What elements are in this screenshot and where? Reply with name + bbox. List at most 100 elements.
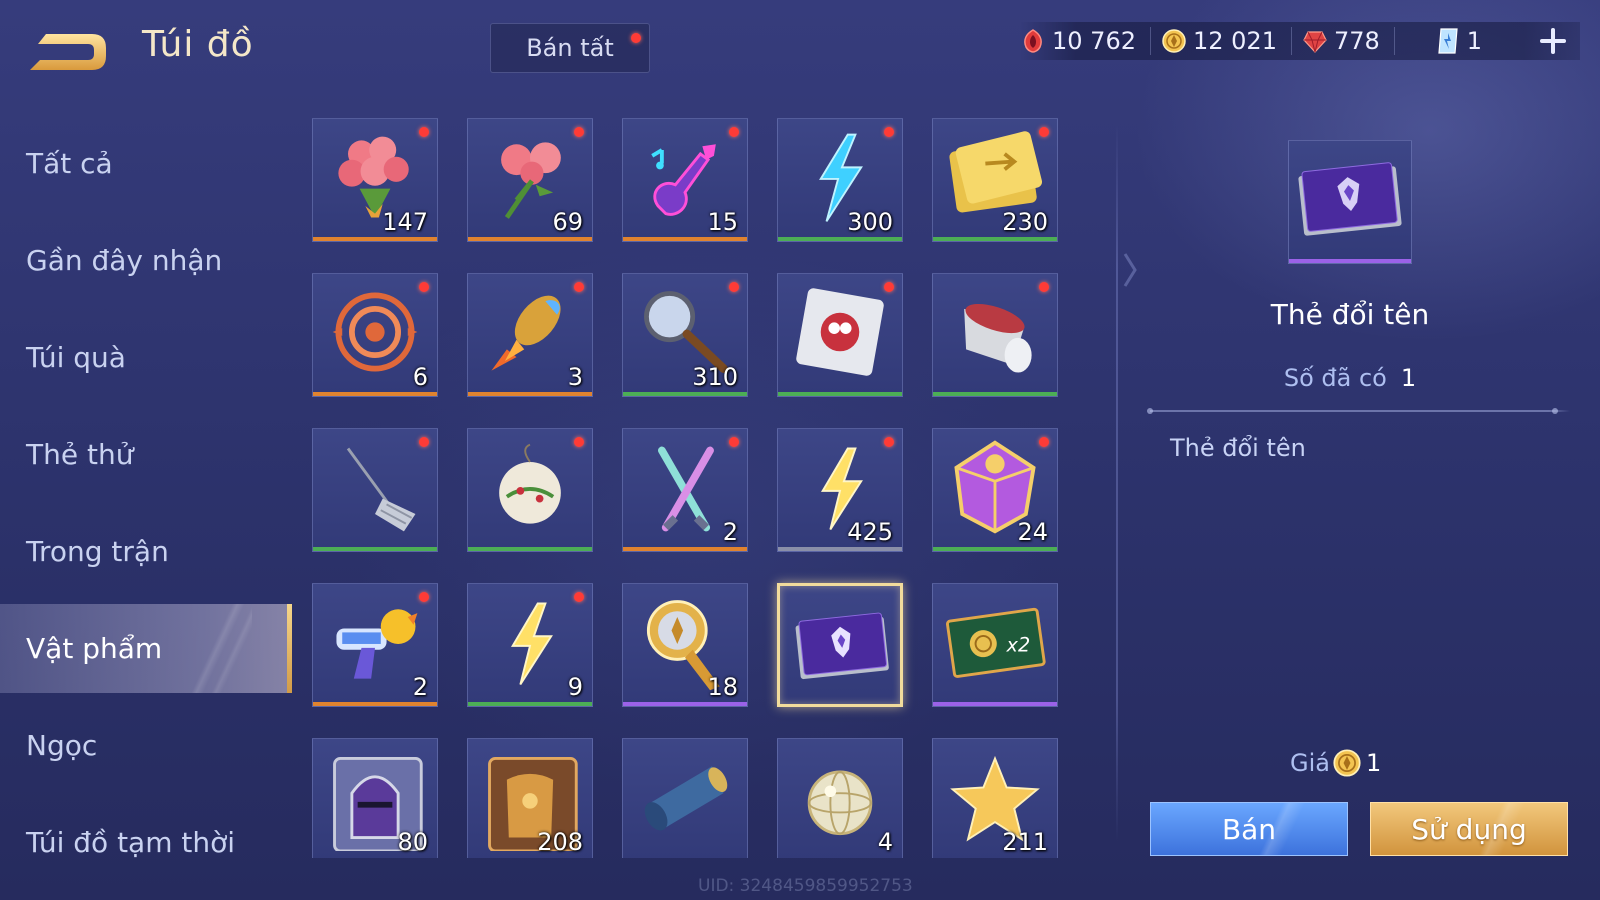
- rarity-bar: [468, 392, 592, 396]
- back-button[interactable]: [26, 28, 110, 74]
- sidebar-item-label: Vật phẩm: [26, 632, 163, 665]
- rarity-bar: [623, 547, 747, 551]
- item-name: Thẻ đổi tên: [1270, 298, 1430, 331]
- divider: [1290, 27, 1292, 55]
- rarity-bar: [623, 392, 747, 396]
- inventory-slot[interactable]: 310: [622, 273, 748, 397]
- sidebar-item-in-match[interactable]: Trong trận: [0, 503, 292, 600]
- rarity-bar: [623, 237, 747, 241]
- user-id: UID: 3248459859952753: [698, 876, 913, 896]
- blue-card-icon: [1438, 28, 1458, 54]
- sell-button[interactable]: Bán: [1150, 802, 1348, 856]
- notification-dot: [884, 127, 894, 137]
- inventory-slot[interactable]: [312, 428, 438, 552]
- rarity-bar: [780, 700, 900, 704]
- sidebar-item-label: Ngọc: [26, 729, 98, 762]
- inventory-slot[interactable]: x2: [932, 583, 1058, 707]
- inventory-slot[interactable]: 4: [777, 738, 903, 858]
- item-count: 4: [877, 828, 893, 856]
- sidebar-item-items[interactable]: Vật phẩm: [0, 604, 292, 693]
- notification-dot: [1039, 437, 1049, 447]
- ruby-icon: [1303, 31, 1327, 53]
- item-count: 300: [847, 208, 893, 236]
- inventory-slot[interactable]: 211: [932, 738, 1058, 858]
- sell-all-button[interactable]: Bán tất: [490, 23, 650, 73]
- currency-gold-coin: 12 021: [1161, 27, 1277, 55]
- divider: [1147, 408, 1570, 414]
- inventory-slot[interactable]: 24: [932, 428, 1058, 552]
- sidebar-item-label: Thẻ thử: [26, 438, 134, 471]
- owned-value: 1: [1400, 364, 1417, 392]
- notification-dot: [631, 33, 641, 43]
- inventory-slot[interactable]: 80: [312, 738, 438, 858]
- sidebar-item-all[interactable]: Tất cả: [0, 115, 292, 212]
- sidebar-item-recent[interactable]: Gần đây nhận: [0, 212, 292, 309]
- inventory-slot[interactable]: 15: [622, 118, 748, 242]
- add-currency-button[interactable]: [1536, 24, 1570, 58]
- sidebar-item-temporary-bag[interactable]: Túi đồ tạm thời: [0, 794, 292, 891]
- rarity-bar: [313, 702, 437, 706]
- sidebar-item-trial-cards[interactable]: Thẻ thử: [0, 406, 292, 503]
- sidebar-item-gems[interactable]: Ngọc: [0, 697, 292, 794]
- rarity-bar: [313, 392, 437, 396]
- inventory-slot[interactable]: 69: [467, 118, 593, 242]
- inventory-slot[interactable]: [777, 583, 903, 707]
- rarity-bar: [778, 857, 902, 858]
- rename-card-icon: [795, 612, 889, 680]
- inventory-slot[interactable]: [467, 428, 593, 552]
- inventory-slot[interactable]: [932, 273, 1058, 397]
- x2-coin-card-icon: x2: [946, 607, 1046, 678]
- divider: [1393, 27, 1395, 55]
- item-count: 9: [567, 673, 583, 701]
- red-gem-icon: [1024, 29, 1042, 53]
- use-button[interactable]: Sử dụng: [1370, 802, 1568, 856]
- sidebar-item-gift-bags[interactable]: Túi quà: [0, 309, 292, 406]
- sell-label: Bán: [1221, 812, 1277, 846]
- rarity-bar: [313, 857, 437, 858]
- page-title: Túi đồ: [142, 24, 254, 65]
- inventory-slot[interactable]: [622, 738, 748, 858]
- inventory-slot[interactable]: [777, 273, 903, 397]
- scroll-map-icon: [644, 766, 728, 831]
- notification-dot: [419, 282, 429, 292]
- inventory-slot[interactable]: 6: [312, 273, 438, 397]
- ornament-ball-icon: [499, 443, 561, 524]
- inventory-slot[interactable]: 2: [622, 428, 748, 552]
- item-count: 310: [692, 363, 738, 391]
- inventory-slot[interactable]: 208: [467, 738, 593, 858]
- use-label: Sử dụng: [1411, 812, 1527, 846]
- notification-dot: [574, 592, 584, 602]
- item-count: 18: [707, 673, 738, 701]
- inventory-slot[interactable]: 9: [467, 583, 593, 707]
- notification-dot: [419, 127, 429, 137]
- inventory-slot[interactable]: 147: [312, 118, 438, 242]
- rarity-bar: [933, 857, 1057, 858]
- selected-item-icon: [1288, 140, 1412, 264]
- currency-value: 12 021: [1192, 27, 1277, 55]
- inventory-slot[interactable]: 230: [932, 118, 1058, 242]
- notification-dot: [729, 437, 739, 447]
- item-count: 208: [537, 828, 583, 856]
- item-count: 80: [397, 828, 428, 856]
- inventory-slot[interactable]: 3: [467, 273, 593, 397]
- svg-text:x2: x2: [1006, 634, 1031, 657]
- inventory-slot[interactable]: 18: [622, 583, 748, 707]
- rarity-bar: [313, 237, 437, 241]
- price-row: Giá 1: [1290, 748, 1381, 778]
- sell-all-label: Bán tất: [526, 34, 614, 62]
- sidebar-item-label: Túi quà: [26, 341, 126, 374]
- rarity-bar: [778, 392, 902, 396]
- price-value: 1: [1365, 749, 1382, 777]
- rarity-bar: [623, 857, 747, 858]
- notification-dot: [419, 437, 429, 447]
- currency-ruby: 778: [1302, 27, 1380, 55]
- rarity-bar: [468, 857, 592, 858]
- sidebar-item-label: Trong trận: [26, 535, 169, 568]
- inventory-slot[interactable]: 300: [777, 118, 903, 242]
- rarity-bar: [468, 547, 592, 551]
- inventory-slot[interactable]: 2: [312, 583, 438, 707]
- notification-dot: [419, 592, 429, 602]
- inventory-grid[interactable]: 147 69 15 300 230 6 3 310 2 425 24 2 9 18 x2 80 208 4 211: [312, 118, 1082, 858]
- inventory-slot[interactable]: 425: [777, 428, 903, 552]
- sidebar-item-label: Tất cả: [26, 147, 113, 180]
